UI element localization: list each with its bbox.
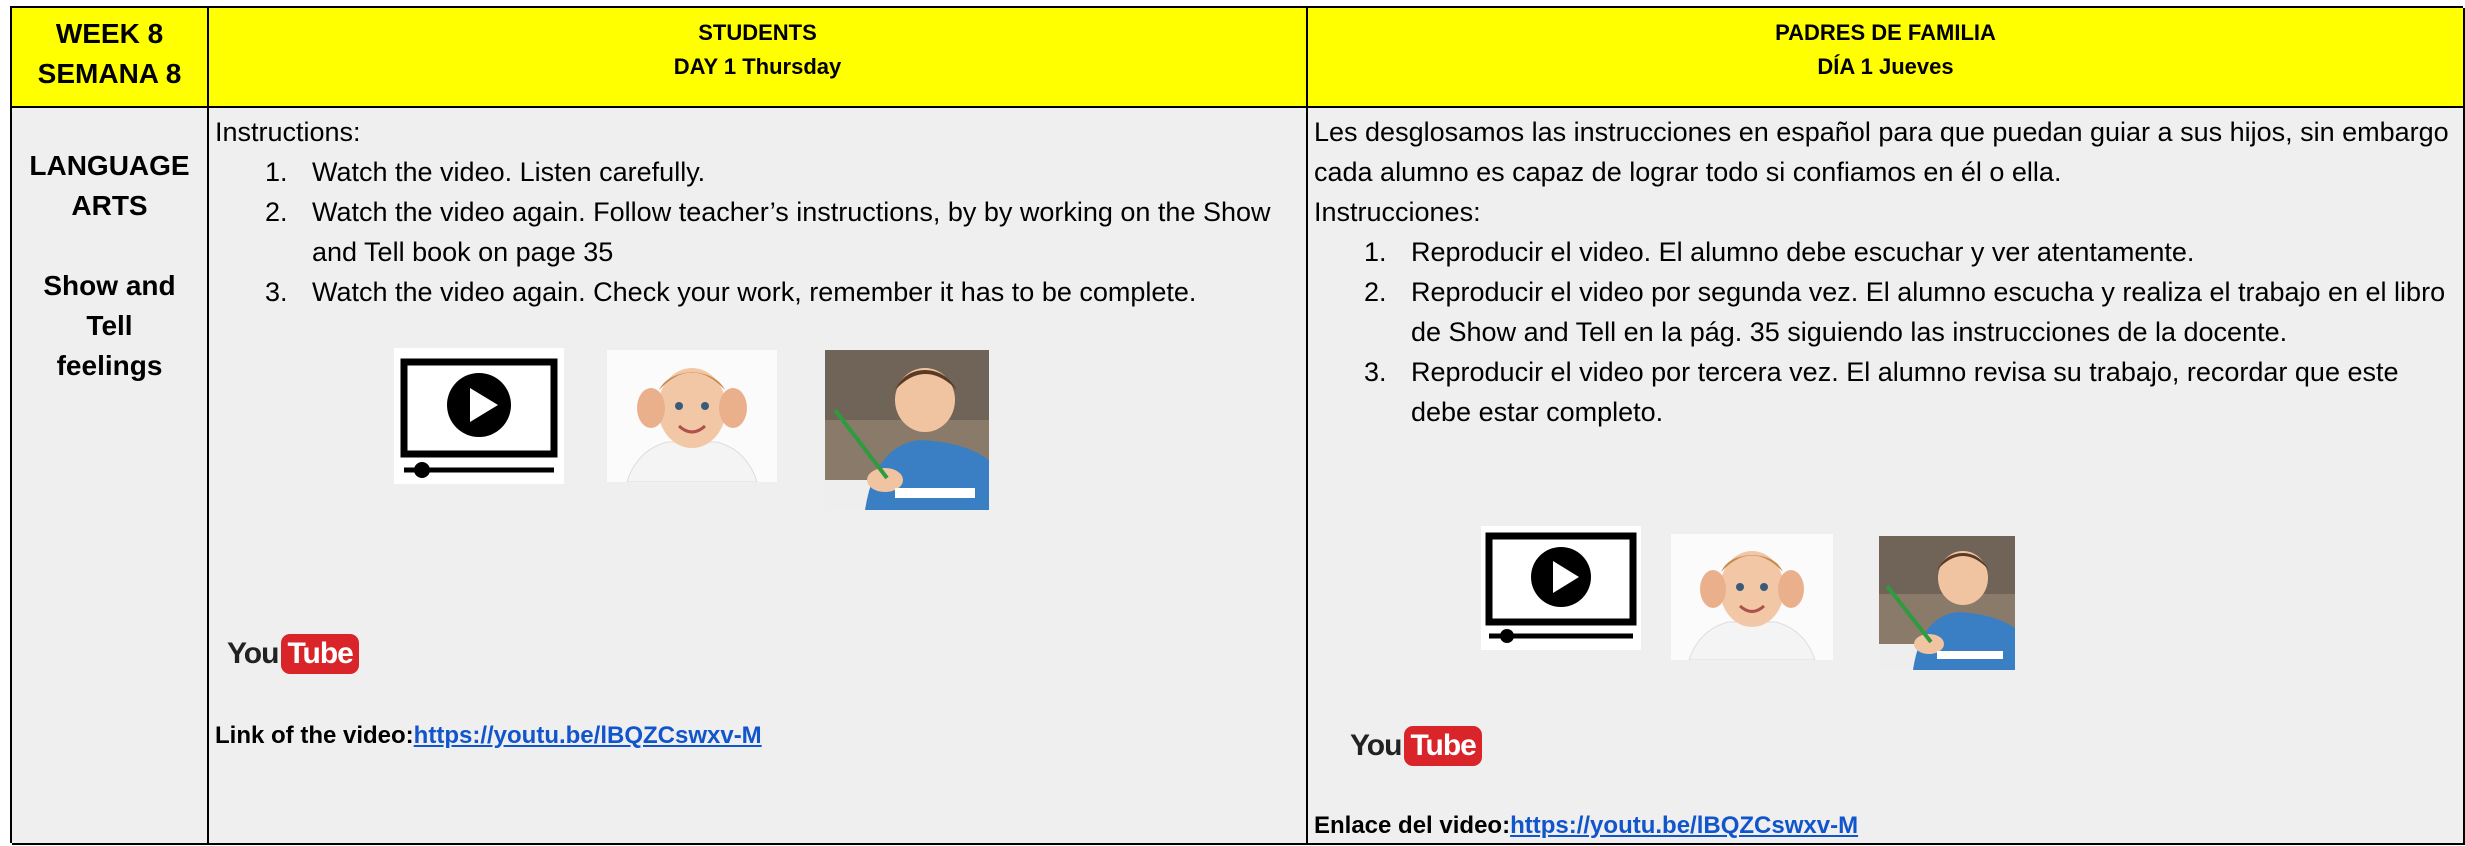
parents-video-link[interactable]: https://youtu.be/lBQZCswxv-M (1510, 812, 1858, 839)
subject-line-2: ARTS (71, 190, 148, 221)
child-listening-photo (607, 350, 777, 482)
list-item: 3. Reproducir el video por tercera vez. … (1314, 352, 2454, 432)
students-link-label: Link of the video: (215, 722, 414, 749)
youtube-logo[interactable]: You Tube (227, 634, 359, 674)
lesson-table: WEEK 8 SEMANA 8 STUDENTS DAY 1 Thursday … (10, 6, 2465, 845)
students-cell: Instructions: 1. Watch the video. Listen… (209, 108, 1308, 845)
step-text: Watch the video. Listen carefully. (312, 157, 706, 187)
step-text: Watch the video again. Check your work, … (312, 277, 1197, 307)
step-number: 3. (1364, 357, 1387, 387)
week-label-en: WEEK 8 (55, 18, 164, 49)
week-label-es: SEMANA 8 (37, 58, 182, 89)
parents-link-label: Enlace del video: (1314, 812, 1511, 839)
parents-title: PADRES DE FAMILIA (1775, 20, 1996, 45)
subject-cell: LANGUAGE ARTS Show and Tell feelings (12, 108, 209, 845)
subject-line-1: LANGUAGE (29, 150, 190, 181)
students-header-cell: STUDENTS DAY 1 Thursday (209, 8, 1308, 108)
video-player-icon (1481, 526, 1641, 650)
step-text: Reproducir el video por segunda vez. El … (1411, 277, 2446, 347)
list-item: 1. Reproducir el video. El alumno debe e… (1314, 232, 2454, 272)
parents-intro: Les desglosamos las instrucciones en esp… (1314, 117, 2449, 187)
students-instructions-label: Instructions: (215, 117, 361, 147)
youtube-logo-you: You (227, 637, 279, 670)
child-listening-photo (1671, 534, 1833, 660)
students-title: STUDENTS (698, 20, 817, 45)
youtube-logo-you: You (1350, 729, 1402, 762)
parents-video-link-line: Enlace del video:https://youtu.be/lBQZCs… (1314, 806, 1858, 846)
step-text: Reproducir el video por tercera vez. El … (1411, 357, 2399, 427)
step-number: 2. (1364, 277, 1387, 307)
list-item: 2. Reproducir el video por segunda vez. … (1314, 272, 2454, 352)
students-steps: 1. Watch the video. Listen carefully. 2.… (215, 152, 1295, 312)
students-day: DAY 1 Thursday (673, 54, 842, 79)
subject-line-5: feelings (56, 350, 163, 381)
parents-day: DÍA 1 Jueves (1817, 54, 1954, 79)
parents-cell: Les desglosamos las instrucciones en esp… (1308, 108, 2465, 845)
step-text: Watch the video again. Follow teacher’s … (312, 197, 1271, 267)
students-video-link[interactable]: https://youtu.be/lBQZCswxv-M (414, 722, 762, 749)
students-video-link-line: Link of the video:https://youtu.be/lBQZC… (215, 716, 762, 756)
week-header-cell: WEEK 8 SEMANA 8 (12, 8, 209, 108)
parents-steps: 1. Reproducir el video. El alumno debe e… (1314, 232, 2454, 432)
list-item: 3. Watch the video again. Check your wor… (215, 272, 1295, 312)
child-writing-photo (825, 350, 989, 510)
list-item: 1. Watch the video. Listen carefully. (215, 152, 1295, 192)
youtube-logo[interactable]: You Tube (1350, 726, 1482, 766)
child-writing-photo (1879, 536, 2015, 670)
list-item: 2. Watch the video again. Follow teacher… (215, 192, 1295, 272)
subject-line-4: Tell (86, 310, 133, 341)
youtube-logo-tube: Tube (1404, 726, 1482, 766)
parents-header-cell: PADRES DE FAMILIA DÍA 1 Jueves (1308, 8, 2465, 108)
video-player-icon (394, 348, 564, 484)
step-number: 1. (1364, 237, 1387, 267)
subject-line-3: Show and (43, 270, 176, 301)
parents-instructions-label: Instrucciones: (1314, 197, 1481, 227)
step-number: 2. (265, 197, 288, 227)
youtube-logo-tube: Tube (281, 634, 359, 674)
step-number: 1. (265, 157, 288, 187)
step-number: 3. (265, 277, 288, 307)
step-text: Reproducir el video. El alumno debe escu… (1411, 237, 2195, 267)
